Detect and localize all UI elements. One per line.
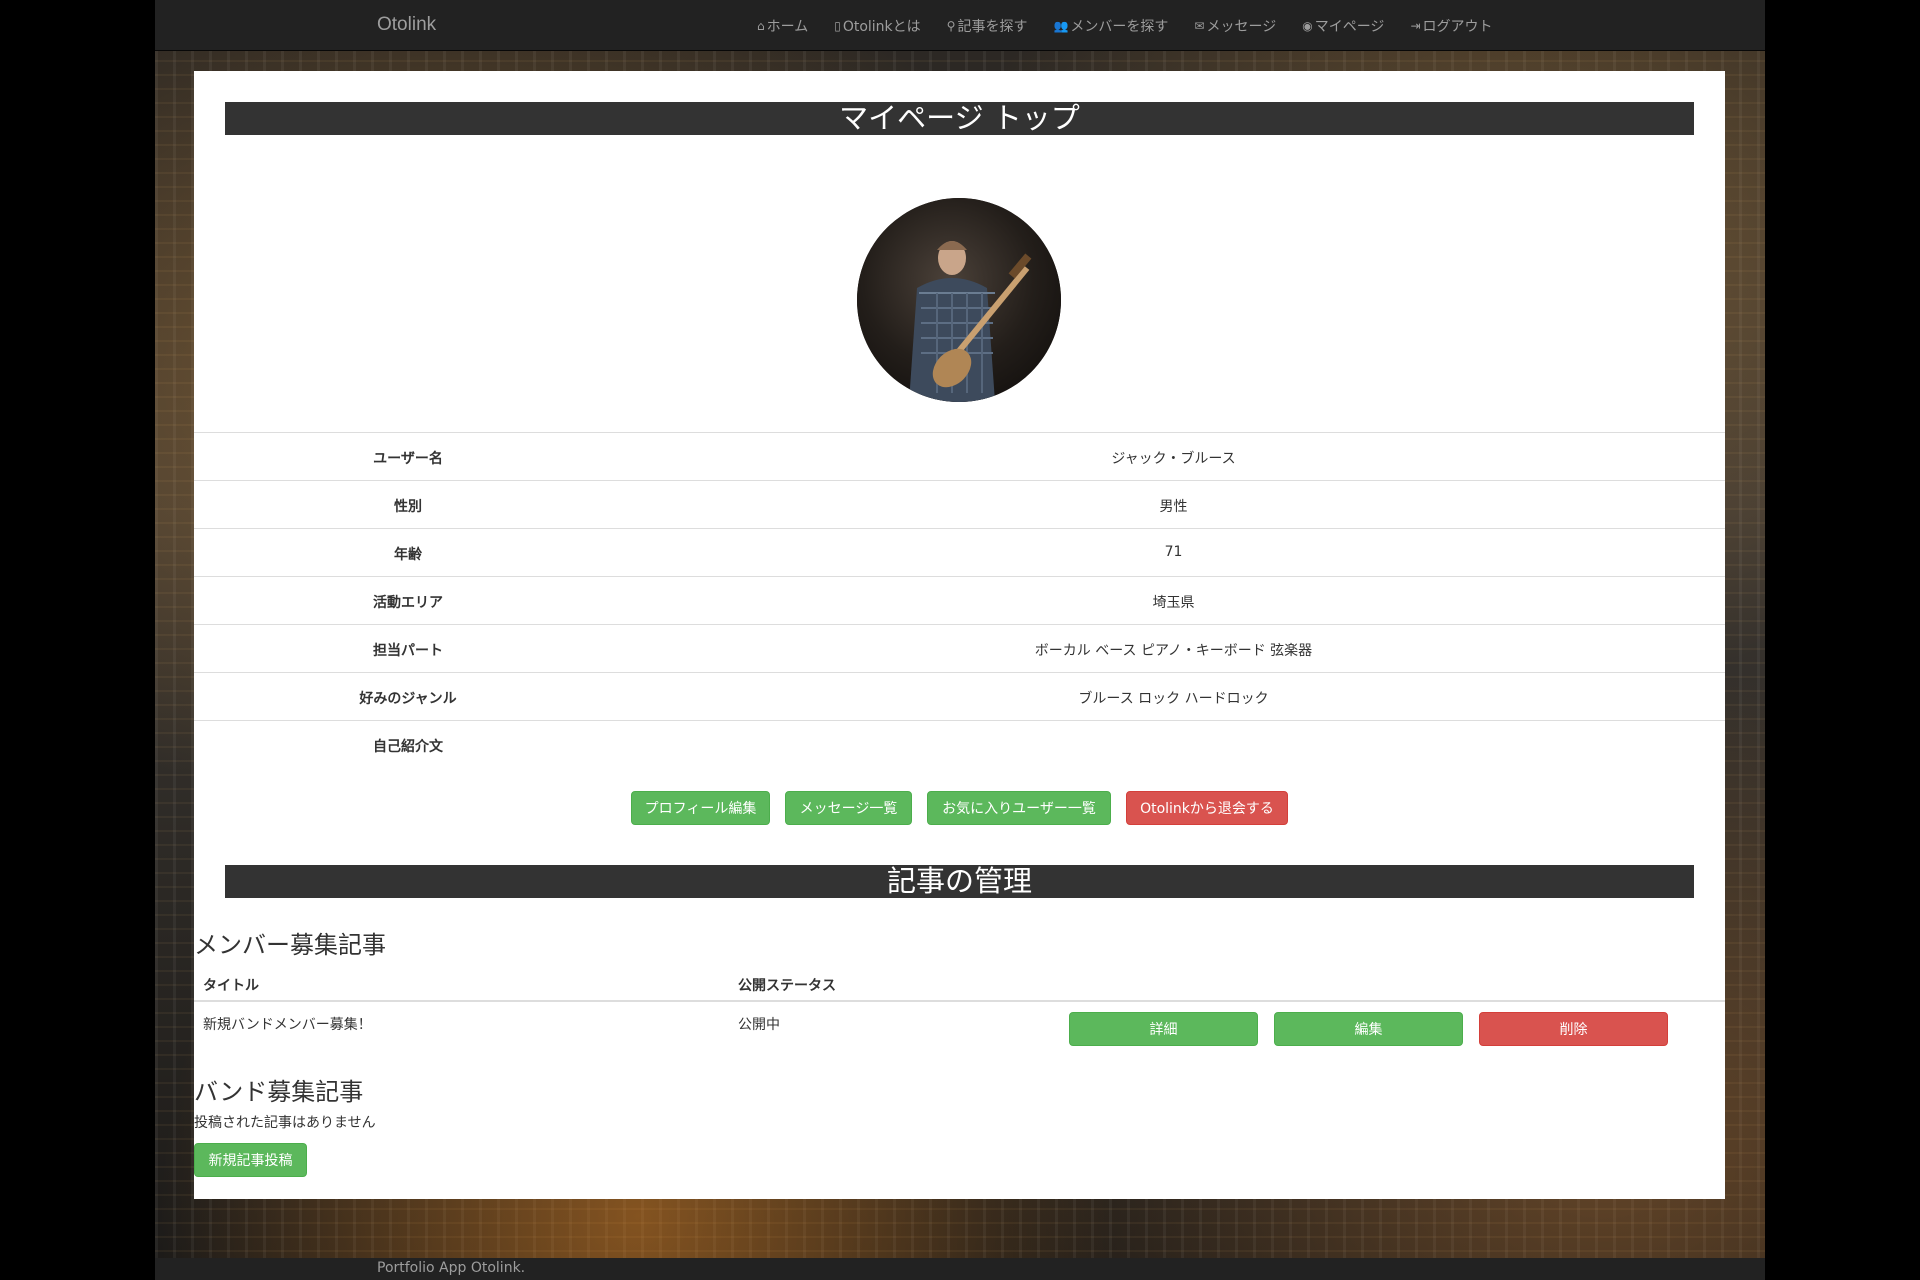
profile-row-age: 年齢 71: [194, 528, 1725, 576]
user-circle-icon: ◉: [1302, 18, 1313, 33]
search-icon: ⚲: [946, 18, 956, 33]
content-panel: マイページ トップ ユーザー名 ジャック・ブルース 性別 男性 年齢 71 活動…: [194, 71, 1725, 1199]
profile-row-intro: 自己紹介文: [194, 720, 1725, 768]
brand-logo[interactable]: Otolink: [377, 14, 436, 36]
edit-profile-button[interactable]: プロフィール編集: [631, 791, 770, 825]
footer-text: Portfolio App Otolink.: [377, 1260, 526, 1276]
envelope-icon: ✉: [1194, 18, 1205, 33]
users-icon: 👥: [1053, 18, 1069, 33]
nav-item-search-members[interactable]: 👥 メンバーを探す: [1053, 16, 1168, 36]
profile-key: 年齢: [394, 547, 422, 563]
nav-label: ログアウト: [1422, 18, 1493, 35]
avatar: [857, 198, 1061, 402]
articles-table-header: タイトル 公開ステータス: [194, 971, 1725, 1002]
file-icon: ▯: [834, 18, 841, 33]
profile-key: 好みのジャンル: [359, 691, 457, 707]
footer: Portfolio App Otolink.: [155, 1258, 1765, 1280]
profile-key: 活動エリア: [373, 595, 443, 611]
profile-value: 埼玉県: [1152, 595, 1195, 611]
nav-label: ホーム: [766, 18, 809, 35]
profile-row-genres: 好みのジャンル ブルース ロック ハードロック: [194, 672, 1725, 720]
member-articles-heading: メンバー募集記事: [194, 931, 386, 959]
articles-title: 記事の管理: [225, 865, 1694, 898]
no-articles-message: 投稿された記事はありません: [194, 1115, 376, 1131]
profile-key: 自己紹介文: [373, 739, 443, 755]
profile-row-username: ユーザー名 ジャック・ブルース: [194, 432, 1725, 480]
profile-value: ジャック・ブルース: [1111, 451, 1236, 467]
nav-item-mypage[interactable]: ◉ マイページ: [1302, 16, 1384, 36]
profile-value: 71: [1164, 544, 1183, 560]
profile-key: ユーザー名: [373, 451, 443, 467]
profile-value: ブルース ロック ハードロック: [1078, 691, 1269, 707]
withdraw-button[interactable]: Otolinkから退会する: [1126, 791, 1288, 825]
article-title[interactable]: 新規バンドメンバー募集！: [203, 1014, 372, 1034]
profile-value: 男性: [1159, 499, 1188, 515]
nav-item-home[interactable]: ⌂ ホーム: [757, 16, 808, 36]
user-photo-icon: [857, 198, 1061, 402]
nav-item-logout[interactable]: ⇥ ログアウト: [1410, 16, 1492, 36]
article-delete-button[interactable]: 削除: [1479, 1012, 1668, 1046]
favorites-list-button[interactable]: お気に入りユーザー一覧: [927, 791, 1111, 825]
profile-row-area: 活動エリア 埼玉県: [194, 576, 1725, 624]
home-icon: ⌂: [757, 18, 765, 33]
nav-label: マイページ: [1314, 18, 1385, 35]
messages-list-button[interactable]: メッセージ一覧: [785, 791, 912, 825]
nav-label: 記事を探す: [957, 18, 1028, 35]
nav-menu: ⌂ ホーム ▯ Otolinkとは ⚲ 記事を探す 👥 メンバーを探す ✉ メッ…: [757, 0, 1519, 51]
column-status: 公開ステータス: [738, 978, 836, 994]
nav-label: メッセージ: [1206, 18, 1277, 35]
nav-item-about[interactable]: ▯ Otolinkとは: [834, 16, 920, 36]
profile-table: ユーザー名 ジャック・ブルース 性別 男性 年齢 71 活動エリア 埼玉県 担当…: [194, 432, 1725, 768]
profile-row-gender: 性別 男性: [194, 480, 1725, 528]
article-status: 公開中: [738, 1017, 780, 1033]
profile-value: ボーカル ベース ピアノ・キーボード 弦楽器: [1034, 643, 1313, 659]
nav-label: Otolinkとは: [842, 18, 921, 35]
nav-item-search-articles[interactable]: ⚲ 記事を探す: [947, 16, 1028, 36]
nav-label: メンバーを探す: [1070, 18, 1169, 35]
column-title: タイトル: [203, 978, 259, 994]
app-frame: Otolink ⌂ ホーム ▯ Otolinkとは ⚲ 記事を探す 👥 メンバー…: [155, 0, 1765, 1280]
profile-key: 担当パート: [373, 643, 443, 659]
nav-item-messages[interactable]: ✉ メッセージ: [1194, 16, 1276, 36]
article-detail-button[interactable]: 詳細: [1069, 1012, 1258, 1046]
new-article-button[interactable]: 新規記事投稿: [194, 1143, 307, 1177]
profile-key: 性別: [394, 499, 422, 515]
profile-row-parts: 担当パート ボーカル ベース ピアノ・キーボード 弦楽器: [194, 624, 1725, 672]
navbar: Otolink ⌂ ホーム ▯ Otolinkとは ⚲ 記事を探す 👥 メンバー…: [155, 0, 1765, 51]
article-edit-button[interactable]: 編集: [1274, 1012, 1463, 1046]
band-articles-heading: バンド募集記事: [194, 1078, 364, 1106]
logout-icon: ⇥: [1410, 18, 1421, 33]
mypage-title: マイページ トップ: [225, 102, 1694, 135]
